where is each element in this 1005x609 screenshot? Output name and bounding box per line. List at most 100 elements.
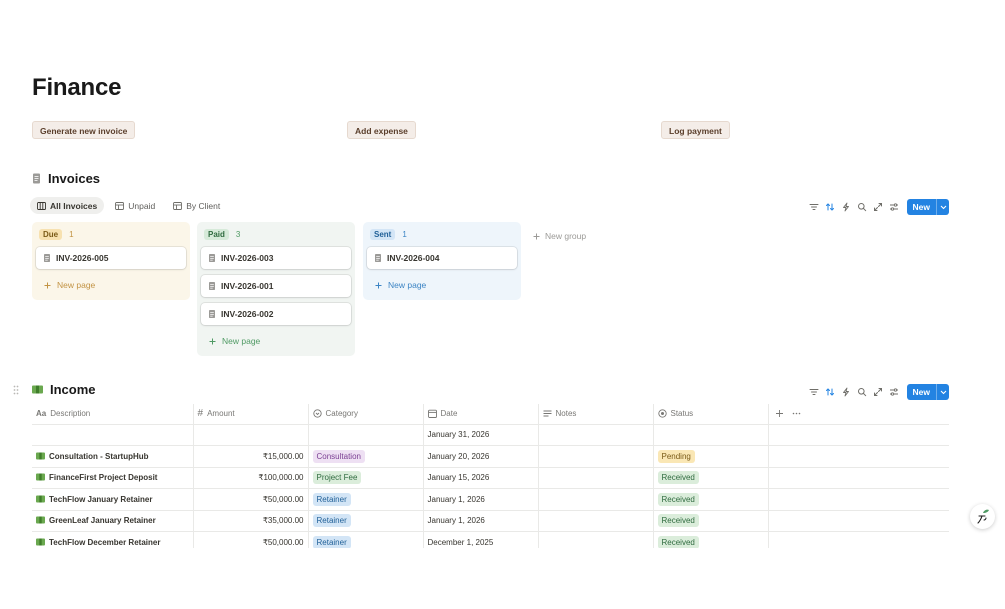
cell-date[interactable]: January 1, 2026 <box>422 510 538 532</box>
document-icon <box>209 282 215 290</box>
cell-notes[interactable] <box>537 510 653 532</box>
date-text: December 1, 2025 <box>427 537 494 547</box>
amount-text: ₹15,000.00 <box>262 451 304 461</box>
cell-amount[interactable]: ₹35,000.00 <box>192 510 308 532</box>
column-label: Date <box>440 409 458 419</box>
cell-amount[interactable] <box>192 424 308 446</box>
cell-date[interactable]: January 15, 2026 <box>422 467 538 489</box>
add-expense-button[interactable]: Add expense <box>347 121 416 139</box>
cell-date[interactable]: January 1, 2026 <box>422 488 538 511</box>
invoice-card[interactable]: INV-2026-005 <box>36 247 186 269</box>
cell-empty <box>767 424 949 446</box>
search-icon[interactable] <box>857 387 867 397</box>
search-icon[interactable] <box>857 202 867 212</box>
status-badge: Received <box>657 535 699 549</box>
chevron-down-icon[interactable] <box>936 384 949 400</box>
table-row[interactable]: Consultation - StartupHub ₹15,000.00 Con… <box>32 445 949 468</box>
sort-icon[interactable] <box>825 202 835 212</box>
cell-notes[interactable] <box>537 467 653 489</box>
cell-amount[interactable]: ₹15,000.00 <box>192 445 308 468</box>
column-header-status[interactable]: Status <box>652 404 768 425</box>
filter-icon[interactable] <box>809 387 819 397</box>
generate-invoice-button[interactable]: Generate new invoice <box>32 121 136 139</box>
new-page-button[interactable]: New page <box>36 275 186 295</box>
column-header-date[interactable]: Date <box>422 404 538 425</box>
column-header-amount[interactable]: # Amount <box>192 404 308 425</box>
cell-date[interactable]: January 31, 2026 <box>422 424 538 446</box>
chevron-down-icon[interactable] <box>936 199 949 215</box>
group-header[interactable]: Sent 1 <box>367 227 517 241</box>
cell-status[interactable]: Pending <box>652 445 768 468</box>
invoices-new-button[interactable]: New <box>906 199 949 215</box>
log-payment-button[interactable]: Log payment <box>661 121 730 139</box>
table-row[interactable]: TechFlow January Retainer ₹50,000.00 Ret… <box>32 488 949 511</box>
cell-description[interactable]: FinanceFirst Project Deposit <box>32 467 193 489</box>
page-title: Finance <box>32 74 122 101</box>
new-page-label: New page <box>388 280 427 290</box>
invoice-card[interactable]: INV-2026-002 <box>201 303 351 325</box>
group-header[interactable]: Paid 3 <box>201 227 351 241</box>
cell-category[interactable]: Retainer <box>307 488 423 511</box>
cell-category[interactable]: Consultation <box>307 445 423 468</box>
cell-status[interactable]: Received <box>652 488 768 511</box>
scroll-clip <box>0 548 1005 609</box>
card-title: INV-2026-001 <box>221 281 274 291</box>
column-header-description[interactable]: Aa Description <box>32 404 193 425</box>
invoice-card[interactable]: INV-2026-003 <box>201 247 351 269</box>
sort-icon[interactable] <box>825 387 835 397</box>
filter-icon[interactable] <box>809 202 819 212</box>
cell-status[interactable]: Received <box>652 467 768 489</box>
settings-sliders-icon[interactable] <box>889 202 899 212</box>
status-badge: Received <box>657 471 699 485</box>
group-header[interactable]: Due 1 <box>36 227 186 241</box>
cell-notes[interactable] <box>537 488 653 511</box>
invoice-card[interactable]: INV-2026-004 <box>367 247 517 269</box>
expand-icon[interactable] <box>873 202 883 212</box>
cell-date[interactable]: January 20, 2026 <box>422 445 538 468</box>
cell-empty <box>767 445 949 468</box>
table-row[interactable]: January 31, 2026 <box>32 424 949 446</box>
settings-sliders-icon[interactable] <box>889 387 899 397</box>
new-group-button[interactable]: New group <box>533 231 586 241</box>
cell-category[interactable] <box>307 424 423 446</box>
new-page-button[interactable]: New page <box>367 275 517 295</box>
table-row[interactable]: GreenLeaf January Retainer ₹35,000.00 Re… <box>32 510 949 532</box>
tab-by-client[interactable]: By Client <box>166 197 227 214</box>
tab-all-invoices[interactable]: All Invoices <box>30 197 105 214</box>
lightning-icon[interactable] <box>841 202 851 212</box>
column-header-notes[interactable]: Notes <box>537 404 653 425</box>
invoice-card[interactable]: INV-2026-001 <box>201 275 351 297</box>
group-count: 3 <box>235 229 241 239</box>
cell-notes[interactable] <box>537 445 653 468</box>
income-new-button[interactable]: New <box>906 384 949 400</box>
cell-amount[interactable]: ₹100,000.00 <box>192 467 308 489</box>
column-header-category[interactable]: Category <box>307 404 423 425</box>
expand-icon[interactable] <box>873 387 883 397</box>
cell-description[interactable]: Consultation - StartupHub <box>32 445 193 468</box>
cell-status[interactable]: Received <box>652 510 768 532</box>
cell-description[interactable]: TechFlow January Retainer <box>32 488 193 511</box>
date-text: January 1, 2026 <box>427 516 485 526</box>
money-icon <box>36 516 45 524</box>
drag-handle-icon[interactable] <box>13 385 19 395</box>
new-page-button[interactable]: New page <box>201 331 351 351</box>
table-row[interactable]: FinanceFirst Project Deposit ₹100,000.00… <box>32 467 949 489</box>
cell-category[interactable]: Project Fee <box>307 467 423 489</box>
cell-amount[interactable]: ₹50,000.00 <box>192 488 308 511</box>
more-options-icon[interactable] <box>792 409 801 418</box>
cell-category[interactable]: Retainer <box>307 510 423 532</box>
cell-status[interactable] <box>652 424 768 446</box>
status-type-icon <box>657 409 667 418</box>
add-property-icon[interactable] <box>775 409 784 418</box>
new-group-label: New group <box>545 231 587 241</box>
description-text: Consultation - StartupHub <box>49 451 149 461</box>
income-title[interactable]: Income <box>50 382 96 397</box>
tab-unpaid[interactable]: Unpaid <box>108 197 162 214</box>
lightning-icon[interactable] <box>841 387 851 397</box>
calendar-icon <box>427 410 437 419</box>
invoices-title[interactable]: Invoices <box>48 171 100 186</box>
cell-notes[interactable] <box>537 424 653 446</box>
cell-description[interactable] <box>32 424 193 446</box>
assistant-avatar[interactable] <box>970 504 995 529</box>
cell-description[interactable]: GreenLeaf January Retainer <box>32 510 193 532</box>
